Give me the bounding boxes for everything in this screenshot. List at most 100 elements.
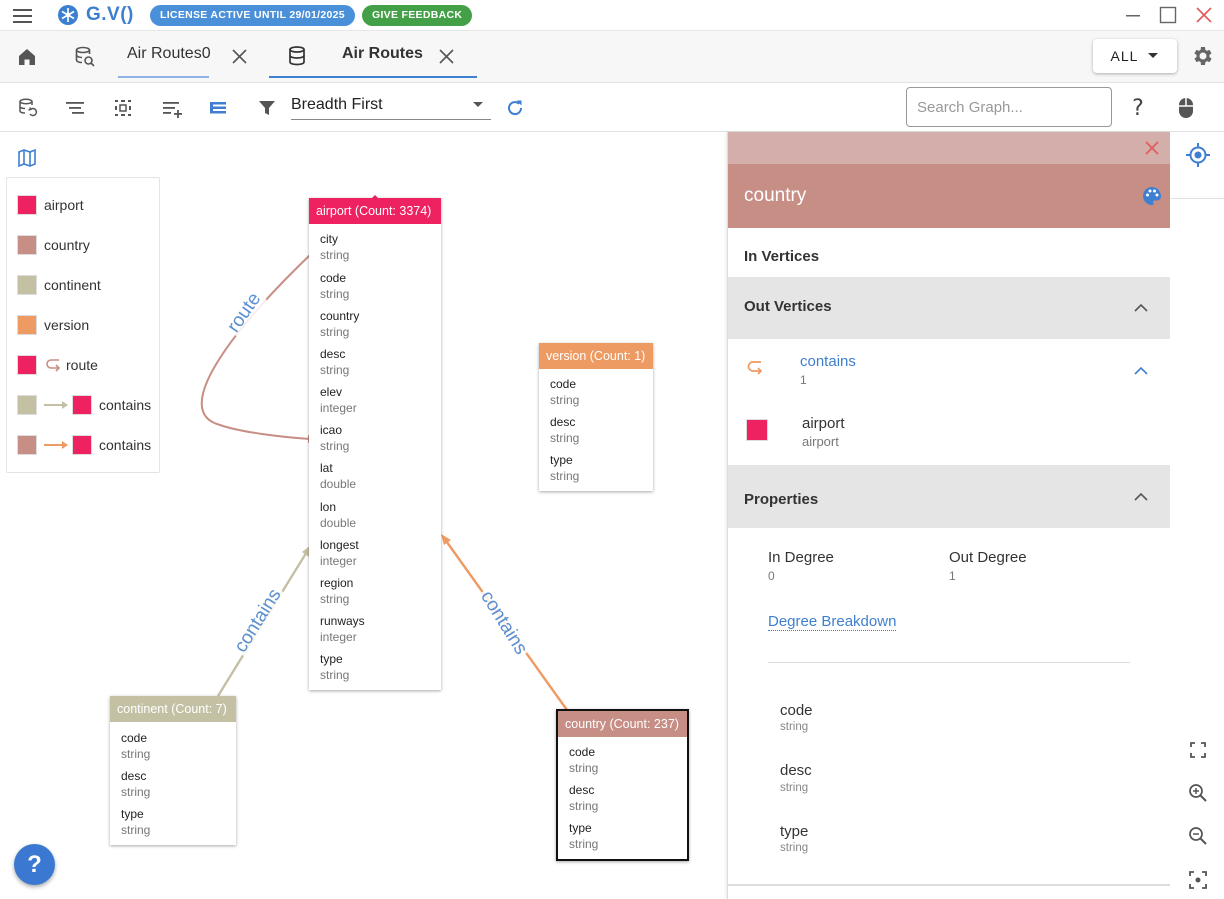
prop-type: string [569, 799, 599, 813]
home-icon[interactable] [16, 46, 38, 68]
properties-title: Properties [744, 491, 819, 508]
tab-air-routes[interactable]: Air Routes [342, 45, 423, 63]
zoom-in-icon[interactable] [1188, 783, 1208, 803]
property-type: string [780, 721, 809, 733]
legend-item-route[interactable]: route [17, 354, 98, 376]
prop-type: string [320, 668, 350, 682]
query-database-icon[interactable] [73, 45, 97, 69]
prop-name: type [121, 807, 144, 821]
prop-type: string [320, 248, 350, 262]
prop-type: string [569, 837, 599, 851]
vertex-card-header: country (Count: 237) [558, 711, 687, 737]
search-graph-input[interactable]: Search Graph... [906, 87, 1112, 127]
legend-item-contains-country[interactable]: contains [17, 434, 151, 456]
prop-type: integer [320, 630, 357, 644]
panel-bottom-border [728, 884, 1170, 886]
tab-bar: Air Routes0 Air Routes ALL [0, 31, 1224, 83]
prop-type: integer [320, 401, 357, 415]
route-edge[interactable] [200, 254, 311, 440]
property-type: string [780, 842, 809, 854]
filter-lines-icon[interactable] [62, 95, 88, 121]
close-panel-icon[interactable] [1144, 140, 1160, 156]
add-filter-icon[interactable] [159, 95, 185, 121]
scope-select-value: ALL [1110, 48, 1139, 64]
prop-type: double [320, 516, 357, 530]
color-swatch [17, 195, 37, 215]
close-tab-icon[interactable] [231, 48, 248, 65]
legend-item-version[interactable]: version [17, 314, 89, 336]
close-tab-icon[interactable] [438, 48, 455, 65]
prop-name: code [121, 731, 148, 745]
menu-icon[interactable] [12, 7, 34, 25]
arrow-right-icon [44, 401, 68, 409]
select-area-icon[interactable] [110, 95, 136, 121]
help-fab-button[interactable]: ? [14, 844, 55, 885]
layout-select-value: Breadth First [291, 96, 383, 113]
prop-name: code [320, 271, 347, 285]
out-vertices-header[interactable]: Out Vertices [728, 277, 1170, 339]
help-fab-label: ? [27, 850, 42, 878]
color-swatch [17, 315, 37, 335]
chevron-up-icon[interactable] [1134, 366, 1148, 376]
settings-gear-icon[interactable] [1190, 44, 1214, 68]
side-rail [1170, 132, 1224, 899]
prop-type: string [320, 325, 350, 339]
legend-item-country[interactable]: country [17, 234, 90, 256]
caret-down-icon [473, 102, 483, 107]
fit-to-screen-icon[interactable] [1188, 870, 1208, 890]
legend: airport country continent version route … [6, 177, 160, 473]
legend-item-contains-continent[interactable]: contains [17, 394, 151, 416]
fullscreen-icon[interactable] [1189, 741, 1207, 759]
maximize-button[interactable] [1153, 2, 1183, 28]
minimize-button[interactable] [1118, 2, 1148, 28]
license-badge: LICENSE ACTIVE UNTIL 29/01/2025 [150, 5, 355, 26]
edge-return-icon [747, 361, 763, 375]
color-swatch [72, 395, 92, 415]
panel-top-strip [728, 132, 1170, 164]
properties-header[interactable]: Properties [728, 465, 1170, 528]
scope-select[interactable]: ALL [1093, 39, 1177, 73]
tab-air-routes0[interactable]: Air Routes0 [127, 45, 211, 63]
vertex-card-country[interactable]: country (Count: 237) code string desc stri… [556, 709, 689, 861]
prop-type: string [121, 785, 151, 799]
in-vertices-title[interactable]: In Vertices [744, 248, 819, 265]
out-vertices-title: Out Vertices [744, 298, 832, 315]
vertex-card-airport[interactable]: airport (Count: 3374) city string code str… [309, 198, 441, 690]
prop-name: lat [320, 461, 333, 475]
locate-icon[interactable] [1185, 142, 1211, 168]
palette-icon[interactable] [1142, 186, 1162, 206]
degree-breakdown-link[interactable]: Degree Breakdown [768, 613, 897, 631]
chevron-up-icon [1134, 303, 1148, 312]
layout-select[interactable]: Breadth First [291, 94, 491, 120]
contains-edge-country-arrow [441, 534, 451, 545]
table-view-icon[interactable] [205, 95, 231, 121]
arrow-right-icon [44, 441, 68, 449]
prop-type: string [320, 363, 350, 377]
feedback-button[interactable]: GIVE FEEDBACK [362, 5, 473, 26]
close-window-button[interactable] [1189, 2, 1219, 28]
toolbar: Breadth First Search Graph... ? [0, 83, 1224, 132]
legend-item-airport[interactable]: airport [17, 194, 84, 216]
prop-type: string [121, 747, 151, 761]
brand-name: G.V() [86, 4, 134, 25]
refresh-icon[interactable] [502, 95, 528, 121]
prop-name: icao [320, 423, 343, 437]
help-icon[interactable]: ? [1125, 95, 1151, 121]
search-placeholder: Search Graph... [917, 99, 1023, 116]
prop-name: country [320, 309, 360, 323]
out-edge-label[interactable]: contains [800, 353, 856, 370]
legend-item-continent[interactable]: continent [17, 274, 101, 296]
prop-name: elev [320, 385, 343, 399]
vertex-card-continent[interactable]: continent (Count: 7) code string desc stri… [110, 696, 236, 845]
out-degree-value: 1 [949, 569, 956, 583]
mouse-icon[interactable] [1173, 95, 1199, 121]
prop-type: string [121, 823, 151, 837]
in-degree-label: In Degree [768, 549, 834, 566]
prop-name: city [320, 232, 338, 246]
vertex-card-version[interactable]: version (Count: 1) code string desc string… [539, 343, 653, 491]
out-target-label[interactable]: airport [802, 415, 845, 432]
refresh-schema-icon[interactable] [15, 95, 41, 121]
zoom-out-icon[interactable] [1188, 826, 1208, 846]
prop-type: string [320, 439, 350, 453]
prop-name: region [320, 576, 354, 590]
